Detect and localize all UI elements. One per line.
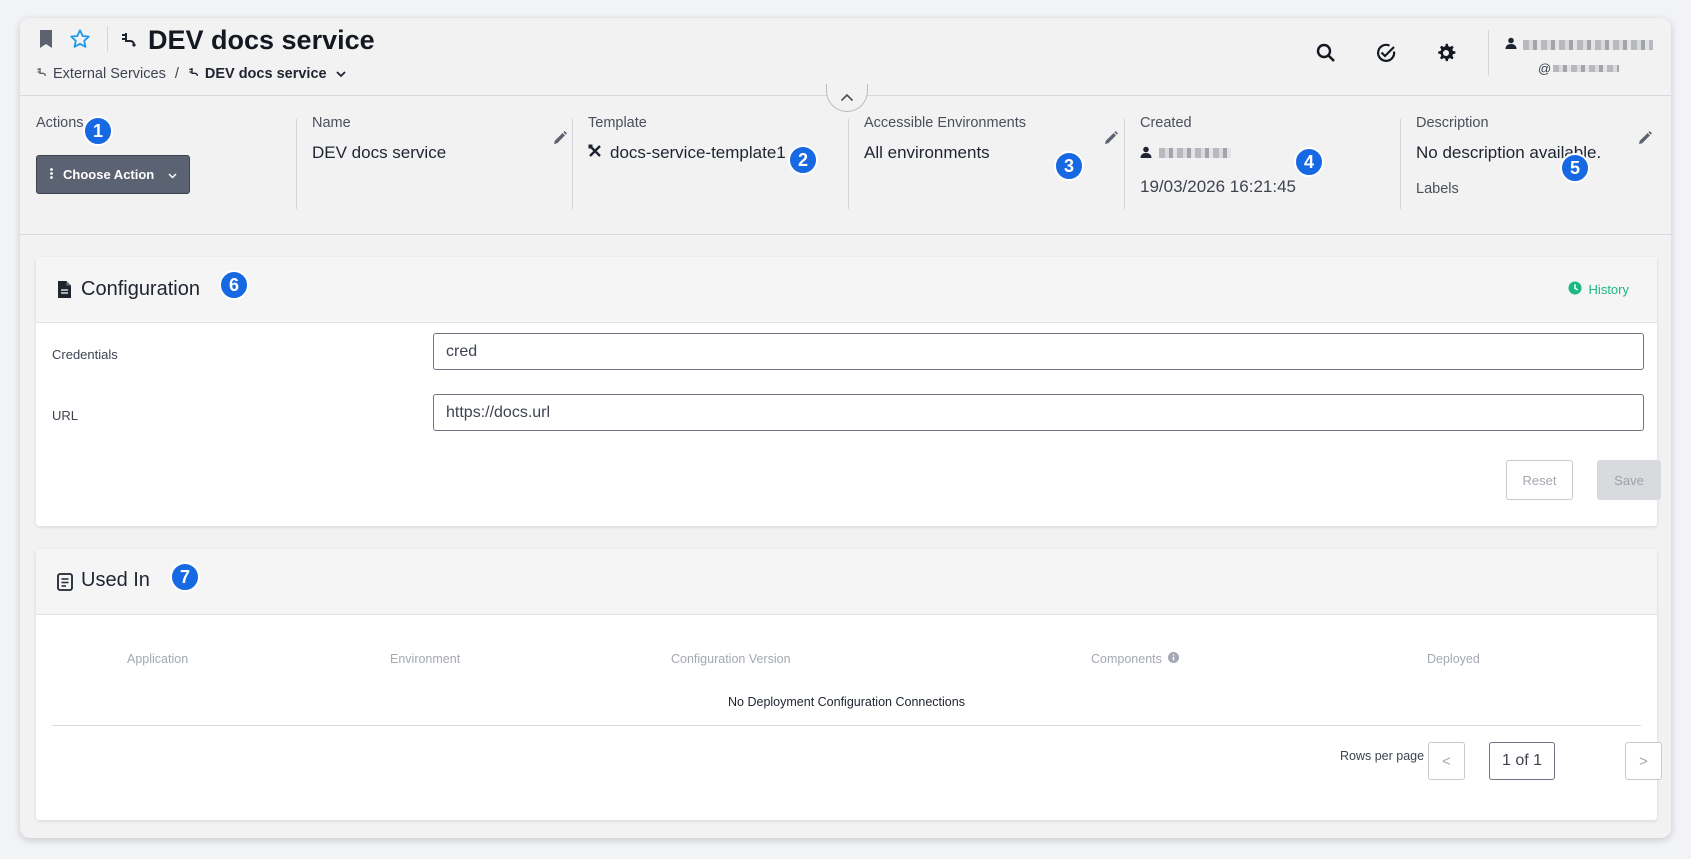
actions-column: Actions Choose Action xyxy=(20,97,296,207)
table-divider xyxy=(52,725,1641,726)
reset-button[interactable]: Reset xyxy=(1506,460,1573,500)
credentials-input[interactable]: cred xyxy=(433,333,1644,370)
description-label: Description xyxy=(1416,115,1489,131)
creator-name-redacted xyxy=(1159,148,1231,158)
url-input[interactable]: https://docs.url xyxy=(433,394,1644,431)
breadcrumb-current-label: DEV docs service xyxy=(204,66,327,82)
user-icon xyxy=(1505,36,1517,54)
pencil-icon[interactable] xyxy=(1638,131,1652,150)
environments-value: All environments xyxy=(864,143,990,162)
credentials-label: Credentials xyxy=(52,347,118,362)
configuration-title: Configuration xyxy=(81,278,200,300)
page-title: DEV docs service xyxy=(148,25,375,55)
page-indicator[interactable]: 1 of 1 xyxy=(1489,742,1555,780)
plug-icon xyxy=(36,66,48,82)
history-label: History xyxy=(1588,282,1629,297)
gear-icon[interactable] xyxy=(1433,40,1459,66)
user-handle-redacted xyxy=(1553,65,1620,72)
column-header-environment[interactable]: Environment xyxy=(390,652,460,666)
chevron-down-icon xyxy=(168,167,177,182)
star-icon[interactable] xyxy=(68,28,92,50)
info-icon[interactable] xyxy=(1167,652,1179,666)
environments-label: Accessible Environments xyxy=(864,115,1026,131)
chevron-down-icon xyxy=(335,66,346,82)
breadcrumb-separator: / xyxy=(174,66,179,82)
service-details: Actions Choose Action Name DEV docs serv… xyxy=(20,97,1671,235)
description-column: Description No description available. La… xyxy=(1400,97,1671,207)
actions-label: Actions xyxy=(36,115,84,131)
breadcrumb: External Services / DEV docs service xyxy=(36,66,346,82)
rows-per-page-label: Rows per page xyxy=(1340,749,1425,763)
pencil-icon[interactable] xyxy=(1104,131,1118,150)
name-column: Name DEV docs service xyxy=(296,97,572,207)
next-page-button[interactable]: > xyxy=(1625,742,1662,780)
created-label: Created xyxy=(1140,115,1192,131)
check-circle-icon[interactable] xyxy=(1373,40,1399,66)
pencil-icon[interactable] xyxy=(553,131,567,150)
created-column: Created 19/03/2026 16:21:45 xyxy=(1124,97,1400,207)
labels-label: Labels xyxy=(1416,181,1459,197)
template-label: Template xyxy=(588,115,647,131)
template-value[interactable]: docs-service-template1 xyxy=(588,143,786,163)
choose-action-label: Choose Action xyxy=(63,167,155,182)
annotation-badge-3: 3 xyxy=(1054,151,1084,181)
column-header-configuration-version[interactable]: Configuration Version xyxy=(671,652,791,666)
kebab-icon xyxy=(50,167,53,182)
url-label: URL xyxy=(52,408,79,423)
user-menu[interactable]: @ xyxy=(1505,36,1655,76)
configuration-header: Configuration History xyxy=(36,257,1657,323)
history-link[interactable]: History xyxy=(1568,281,1629,298)
annotation-badge-7: 7 xyxy=(170,562,200,592)
created-timestamp: 19/03/2026 16:21:45 xyxy=(1140,177,1296,196)
app-window: DEV docs service External Services / DEV… xyxy=(20,18,1671,838)
user-handle-prefix: @ xyxy=(1538,61,1552,76)
configuration-card: Configuration History Credentials cred U… xyxy=(36,257,1661,526)
plug-icon xyxy=(188,66,200,82)
name-label: Name xyxy=(312,115,351,131)
clock-icon xyxy=(1568,281,1582,298)
search-icon[interactable] xyxy=(1313,40,1339,66)
empty-table-message: No Deployment Configuration Connections xyxy=(728,695,965,709)
column-header-deployed[interactable]: Deployed xyxy=(1427,652,1480,666)
annotation-badge-4: 4 xyxy=(1294,147,1324,177)
breadcrumb-current[interactable]: DEV docs service xyxy=(188,66,346,82)
choose-action-button[interactable]: Choose Action xyxy=(36,155,190,194)
document-icon xyxy=(57,280,72,304)
annotation-badge-2: 2 xyxy=(788,145,818,175)
name-value: DEV docs service xyxy=(312,143,447,162)
user-name-redacted xyxy=(1523,40,1653,50)
save-button[interactable]: Save xyxy=(1597,460,1661,500)
used-in-card: Used In Application Environment Configur… xyxy=(36,549,1662,820)
header-divider xyxy=(107,26,108,52)
column-header-components[interactable]: Components xyxy=(1091,652,1179,666)
bookmark-icon[interactable] xyxy=(36,28,56,50)
list-icon xyxy=(57,573,73,596)
user-icon xyxy=(1140,143,1152,163)
annotation-badge-5: 5 xyxy=(1560,153,1590,183)
template-name: docs-service-template1 xyxy=(610,143,786,162)
header-divider xyxy=(1488,30,1489,76)
annotation-badge-6: 6 xyxy=(219,270,249,300)
created-by xyxy=(1140,143,1231,163)
tools-icon xyxy=(588,143,602,163)
components-header-label: Components xyxy=(1091,652,1162,666)
breadcrumb-parent[interactable]: External Services xyxy=(36,66,166,82)
annotation-badge-1: 1 xyxy=(83,116,113,146)
environments-column: Accessible Environments All environments xyxy=(848,97,1124,207)
used-in-title: Used In xyxy=(81,569,150,591)
used-in-header: Used In xyxy=(36,549,1657,615)
plug-icon xyxy=(118,29,140,49)
column-header-application[interactable]: Application xyxy=(127,652,188,666)
breadcrumb-parent-label: External Services xyxy=(53,66,166,82)
previous-page-button[interactable]: < xyxy=(1428,742,1465,780)
